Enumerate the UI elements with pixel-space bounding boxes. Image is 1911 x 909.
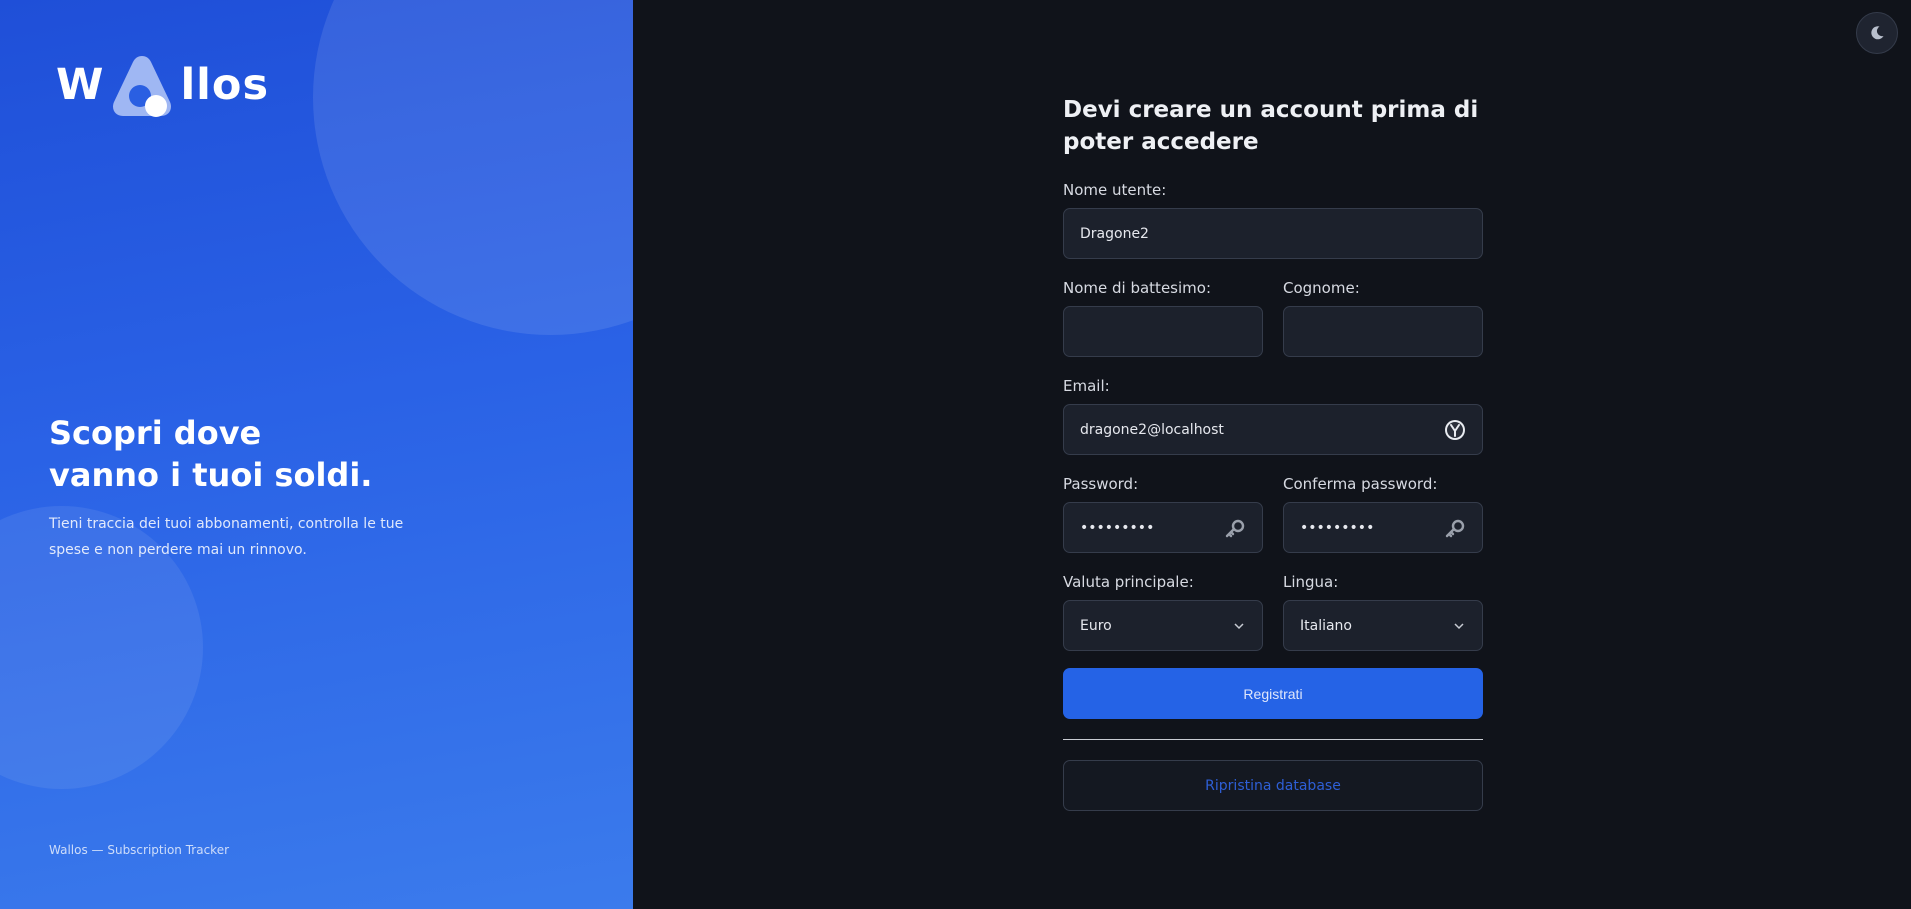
wallos-logo: W llos: [56, 50, 269, 120]
language-value: Italiano: [1300, 617, 1352, 634]
form-title: Devi creare un account prima di poter ac…: [1063, 97, 1479, 155]
password-value: •••••••••: [1080, 519, 1155, 536]
registration-form: Devi creare un account prima di poter ac…: [1063, 94, 1483, 820]
key-icon[interactable]: [1224, 517, 1246, 539]
decorative-circle: [313, 0, 633, 335]
moon-icon: [1871, 26, 1884, 40]
hero-title-line1: Scopri dove: [49, 414, 262, 452]
username-label: Nome utente:: [1063, 181, 1167, 199]
logo-initial: W: [56, 60, 105, 110]
username-value: Dragone2: [1080, 225, 1149, 242]
hero-panel: W llos Scopri dove vanno i tuoi soldi. T…: [0, 0, 633, 909]
confirm-password-value: •••••••••: [1300, 519, 1375, 536]
hero-title: Scopri dove vanno i tuoi soldi.: [49, 412, 569, 496]
email-field-group: Email: dragone2@localhost: [1063, 376, 1483, 455]
password-field-group: Password: •••••••••: [1063, 474, 1263, 553]
first-name-input[interactable]: [1063, 306, 1263, 357]
hero-title-line2: vanno i tuoi soldi.: [49, 456, 373, 494]
register-button[interactable]: Registrati: [1063, 668, 1483, 719]
username-input[interactable]: Dragone2: [1063, 208, 1483, 259]
username-field-group: Nome utente: Dragone2: [1063, 180, 1483, 259]
email-input[interactable]: dragone2@localhost: [1063, 404, 1483, 455]
form-divider: [1063, 739, 1483, 740]
key-icon[interactable]: [1444, 517, 1466, 539]
last-name-label: Cognome:: [1283, 279, 1360, 297]
email-value: dragone2@localhost: [1080, 421, 1224, 438]
last-name-input[interactable]: [1283, 306, 1483, 357]
last-name-field-group: Cognome:: [1283, 278, 1483, 357]
confirm-password-input[interactable]: •••••••••: [1283, 502, 1483, 553]
logo-text: llos: [180, 60, 270, 110]
language-label: Lingua:: [1283, 573, 1339, 591]
first-name-field-group: Nome di battesimo:: [1063, 278, 1263, 357]
password-label: Password:: [1063, 475, 1139, 493]
logo-mark-icon: [104, 50, 180, 120]
currency-field-group: Valuta principale: Euro: [1063, 572, 1263, 651]
confirm-password-field-group: Conferma password: •••••••••: [1283, 474, 1483, 553]
confirm-password-label: Conferma password:: [1283, 475, 1438, 493]
first-name-label: Nome di battesimo:: [1063, 279, 1211, 297]
currency-select[interactable]: Euro: [1063, 600, 1263, 651]
restore-database-button[interactable]: Ripristina database: [1063, 760, 1483, 811]
theme-toggle-button[interactable]: [1856, 12, 1898, 54]
language-select[interactable]: Italiano: [1283, 600, 1483, 651]
currency-value: Euro: [1080, 617, 1112, 634]
email-label: Email:: [1063, 377, 1110, 395]
currency-label: Valuta principale:: [1063, 573, 1194, 591]
language-field-group: Lingua: Italiano: [1283, 572, 1483, 651]
hero-footer: Wallos — Subscription Tracker: [49, 843, 230, 857]
password-input[interactable]: •••••••••: [1063, 502, 1263, 553]
chevron-down-icon: [1232, 615, 1246, 637]
hero-subtitle: Tieni traccia dei tuoi abbonamenti, cont…: [49, 516, 404, 558]
password-manager-icon[interactable]: [1444, 419, 1466, 441]
chevron-down-icon: [1452, 615, 1466, 637]
